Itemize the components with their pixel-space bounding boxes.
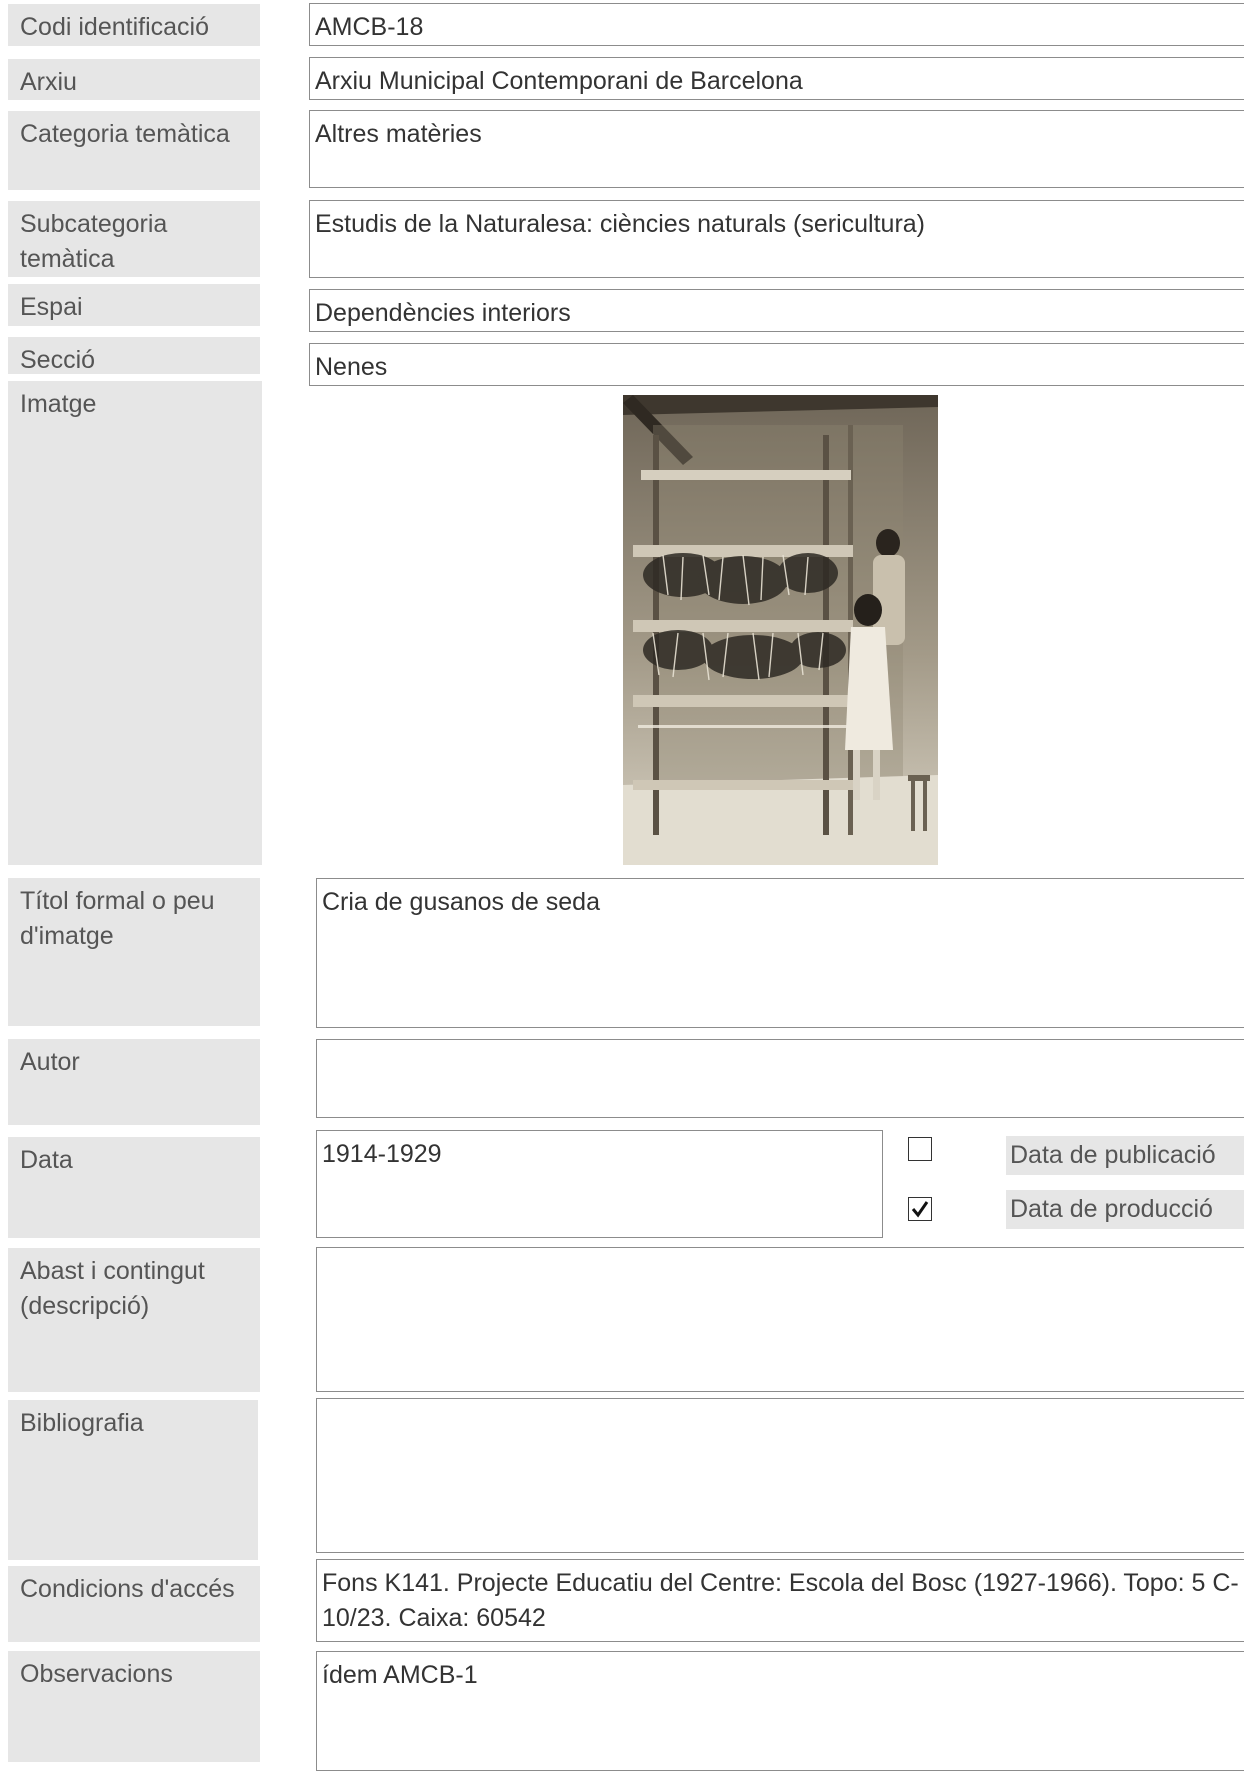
titol-label: Títol formal o peu d'imatge [8, 878, 260, 1026]
arxiu-label: Arxiu [8, 59, 260, 100]
codi-field[interactable]: AMCB-18 [309, 3, 1244, 46]
data-produccio-label: Data de producció [1006, 1190, 1244, 1229]
checkmark-icon [911, 1201, 929, 1218]
categoria-field[interactable]: Altres matèries [309, 110, 1244, 188]
subcategoria-label: Subcategoria temàtica [8, 201, 260, 277]
arxiu-field[interactable]: Arxiu Municipal Contemporani de Barcelon… [309, 57, 1244, 100]
bibliografia-label: Bibliografia [8, 1400, 258, 1560]
espai-label: Espai [8, 284, 260, 326]
data-label: Data [8, 1137, 260, 1238]
data-produccio-checkbox[interactable] [908, 1197, 932, 1221]
codi-label: Codi identificació [8, 4, 260, 46]
subcategoria-field[interactable]: Estudis de la Naturalesa: ciències natur… [309, 200, 1244, 278]
observacions-field[interactable]: ídem AMCB-1 [316, 1651, 1244, 1771]
abast-field[interactable] [316, 1247, 1244, 1392]
imatge-label: Imatge [8, 381, 262, 865]
bibliografia-field[interactable] [316, 1398, 1244, 1553]
seccio-field[interactable]: Nenes [309, 343, 1244, 386]
autor-label: Autor [8, 1039, 260, 1125]
espai-field[interactable]: Dependències interiors [309, 289, 1244, 332]
categoria-label: Categoria temàtica [8, 111, 260, 190]
data-publicacio-checkbox[interactable] [908, 1137, 932, 1161]
observacions-label: Observacions [8, 1651, 260, 1762]
sericulture-photo [623, 395, 938, 865]
data-field[interactable]: 1914-1929 [316, 1130, 883, 1238]
data-publicacio-label: Data de publicació [1006, 1136, 1244, 1175]
autor-field[interactable] [316, 1039, 1244, 1118]
abast-label: Abast i contingut (descripció) [8, 1248, 260, 1392]
seccio-label: Secció [8, 337, 260, 374]
condicions-label: Condicions d'accés [8, 1566, 260, 1642]
titol-field[interactable]: Cria de gusanos de seda [316, 878, 1244, 1028]
condicions-field[interactable]: Fons K141. Projecte Educatiu del Centre:… [316, 1559, 1244, 1642]
